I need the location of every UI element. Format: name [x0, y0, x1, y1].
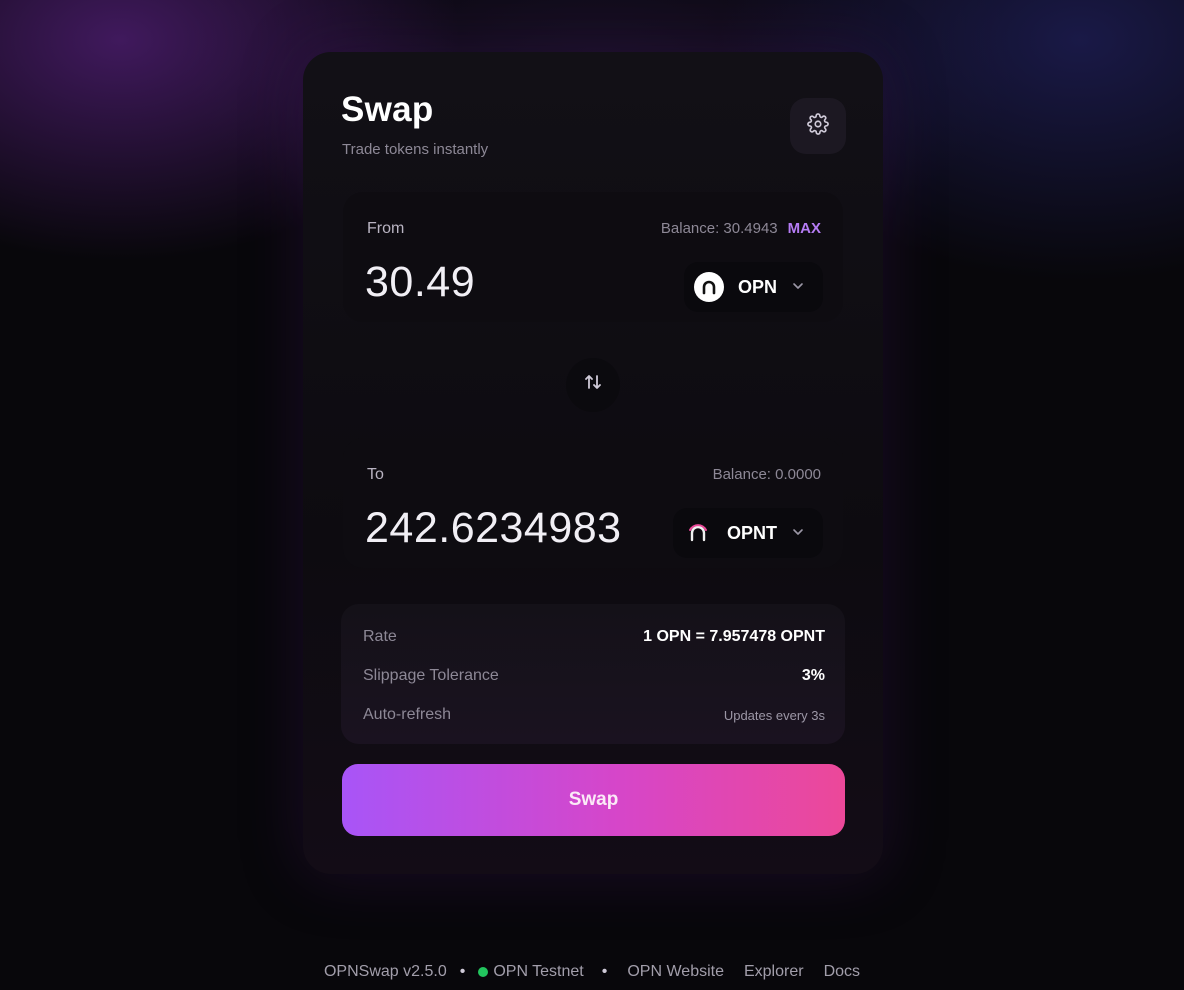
swap-card: Swap Trade tokens instantly From Balance…	[303, 52, 883, 874]
from-token-name: OPN	[737, 276, 777, 297]
separator-dot: •	[601, 963, 608, 980]
from-token-selector[interactable]: OPN	[683, 262, 823, 312]
from-balance: Balance: 30.4943	[660, 220, 778, 237]
chevron-down-icon	[791, 525, 805, 542]
network-name: OPN Testnet	[493, 963, 584, 980]
to-label: To	[367, 466, 384, 483]
rate-value: 1 OPN = 7.957478 OPNT	[643, 628, 825, 645]
swap-button[interactable]: Swap	[342, 764, 845, 836]
auto-refresh-label: Auto-refresh	[363, 706, 452, 723]
gear-icon	[807, 112, 829, 140]
from-label: From	[367, 220, 405, 237]
slippage-label: Slippage Tolerance	[363, 667, 499, 684]
app-version: OPNSwap v2.5.0	[323, 963, 447, 980]
switch-tokens-button[interactable]	[566, 358, 620, 412]
auto-refresh-row: Auto-refresh Updates every 3s	[363, 706, 825, 724]
auto-refresh-value: Updates every 3s	[723, 707, 825, 723]
slippage-row: Slippage Tolerance 3%	[363, 667, 825, 685]
footer-link-docs[interactable]: Docs	[824, 963, 860, 981]
to-amount-output: 242.6234983	[365, 504, 622, 552]
opn-token-icon	[693, 272, 724, 302]
slippage-value: 3%	[801, 667, 825, 684]
rate-label: Rate	[363, 628, 397, 645]
separator-dot: •	[459, 963, 466, 980]
swap-details: Rate 1 OPN = 7.957478 OPNT Slippage Tole…	[341, 604, 845, 744]
from-panel: From Balance: 30.4943 MAX 30.49 OPN	[343, 192, 843, 322]
swap-arrows-icon	[582, 371, 604, 399]
to-balance: Balance: 0.0000	[712, 466, 821, 483]
from-balance-row: Balance: 30.4943 MAX	[661, 220, 821, 237]
page-title: Swap	[341, 90, 434, 129]
page-subtitle: Trade tokens instantly	[342, 141, 489, 158]
network-status-dot	[478, 967, 489, 977]
to-balance-row: Balance: 0.0000	[713, 466, 821, 483]
footer-link-explorer[interactable]: Explorer	[744, 963, 804, 981]
to-panel: To Balance: 0.0000 242.6234983 OPNT	[343, 438, 843, 568]
opnt-token-icon	[683, 518, 713, 548]
settings-button[interactable]	[790, 98, 846, 154]
footer-link-opn-website[interactable]: OPN Website	[627, 963, 724, 981]
to-token-name: OPNT	[726, 522, 777, 543]
from-amount-input[interactable]: 30.49	[365, 258, 635, 307]
chevron-down-icon	[791, 279, 805, 296]
rate-row: Rate 1 OPN = 7.957478 OPNT	[363, 628, 825, 646]
footer: OPNSwap v2.5.0 • OPN Testnet • OPN Websi…	[0, 963, 1184, 981]
max-button[interactable]: MAX	[788, 220, 821, 237]
to-token-selector[interactable]: OPNT	[672, 508, 823, 558]
